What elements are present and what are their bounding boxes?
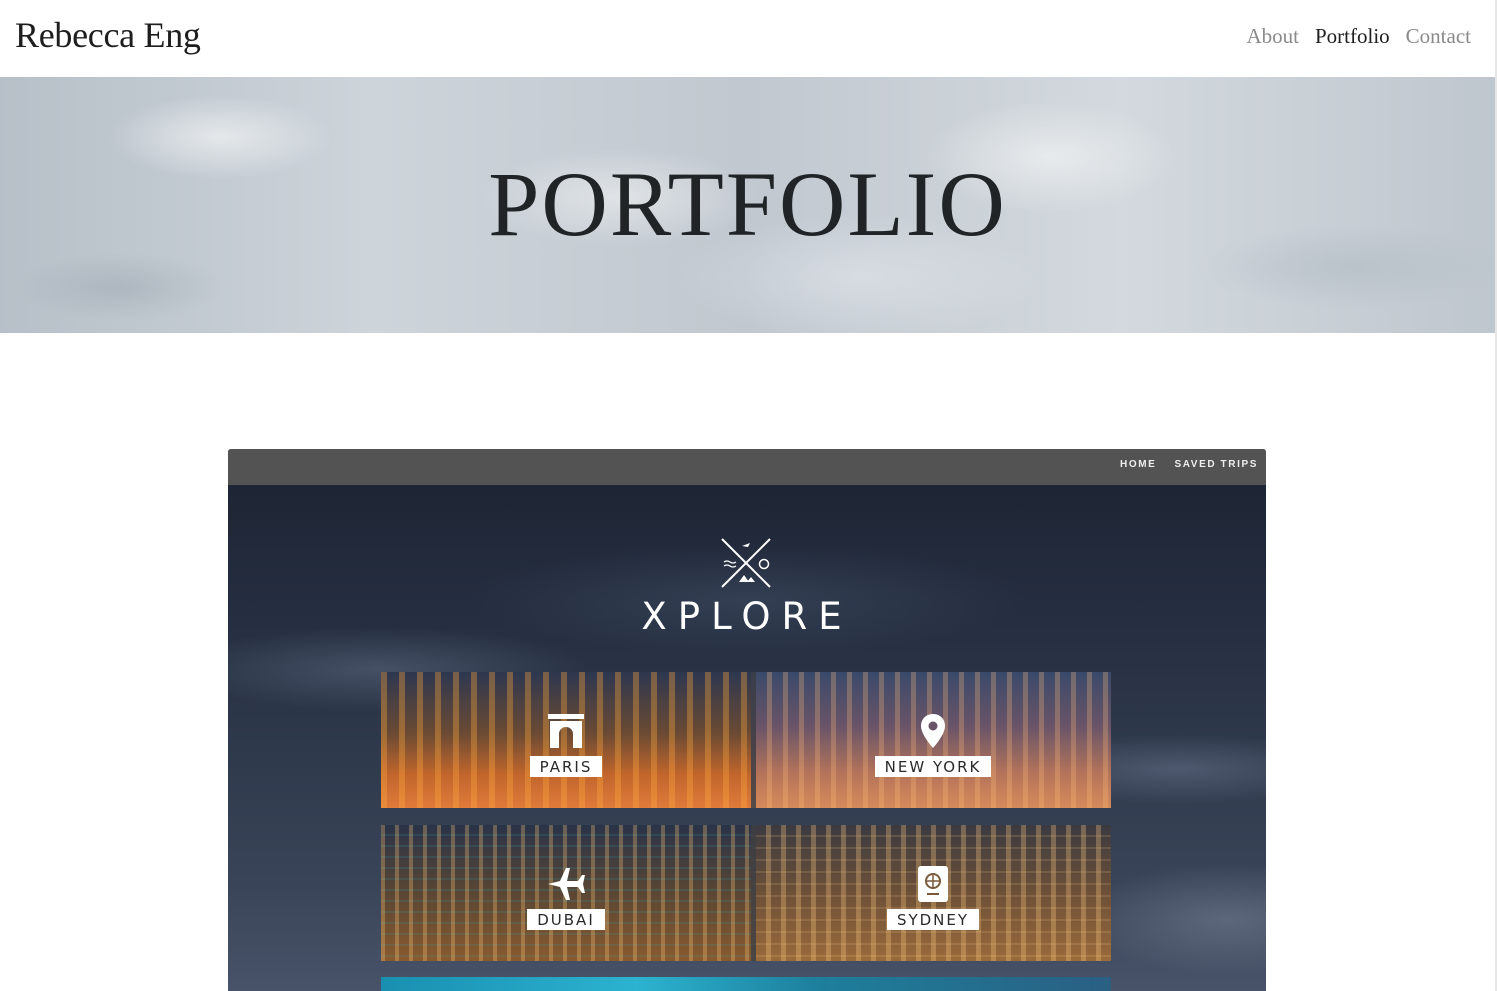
app-brand-name: XPLORE	[641, 595, 853, 638]
site-header: Rebecca Eng About Portfolio Contact	[0, 0, 1497, 77]
nav-contact-link[interactable]: Contact	[1406, 24, 1471, 49]
map-pin-icon	[921, 714, 945, 748]
preview-nav-saved-trips[interactable]: SAVED TRIPS	[1174, 459, 1258, 470]
airplane-icon	[548, 868, 585, 900]
project-preview-xplore[interactable]: HOME SAVED TRIPS XPLORE PARIS NEW YORK D…	[228, 449, 1266, 991]
nav-portfolio-link[interactable]: Portfolio	[1315, 24, 1390, 49]
destination-label: NEW YORK	[874, 756, 992, 777]
main-nav: About Portfolio Contact	[1247, 24, 1472, 49]
nav-about-link[interactable]: About	[1247, 24, 1300, 49]
tile-divider	[751, 825, 756, 961]
tile-divider	[751, 672, 756, 808]
destination-row-2: DUBAI SYDNEY	[381, 825, 1111, 961]
destination-sydney[interactable]: SYDNEY	[833, 865, 1033, 930]
page-title: PORTFOLIO	[488, 153, 1007, 255]
destination-label: DUBAI	[527, 909, 605, 930]
destination-label: SYDNEY	[886, 909, 980, 930]
destination-row-3	[381, 977, 1111, 991]
preview-nav-home[interactable]: HOME	[1120, 459, 1156, 470]
hero-banner: PORTFOLIO	[0, 77, 1495, 333]
passport-icon	[918, 866, 948, 902]
destination-row-1: PARIS NEW YORK	[381, 672, 1111, 808]
destination-new-york[interactable]: NEW YORK	[833, 712, 1033, 777]
destination-dubai[interactable]: DUBAI	[466, 865, 666, 930]
compass-cross-logo-icon	[721, 538, 771, 588]
site-title[interactable]: Rebecca Eng	[15, 14, 201, 56]
destination-paris[interactable]: PARIS	[466, 712, 666, 777]
preview-navbar: HOME SAVED TRIPS	[228, 449, 1266, 485]
destination-label: PARIS	[529, 756, 603, 777]
arch-icon	[548, 714, 584, 748]
